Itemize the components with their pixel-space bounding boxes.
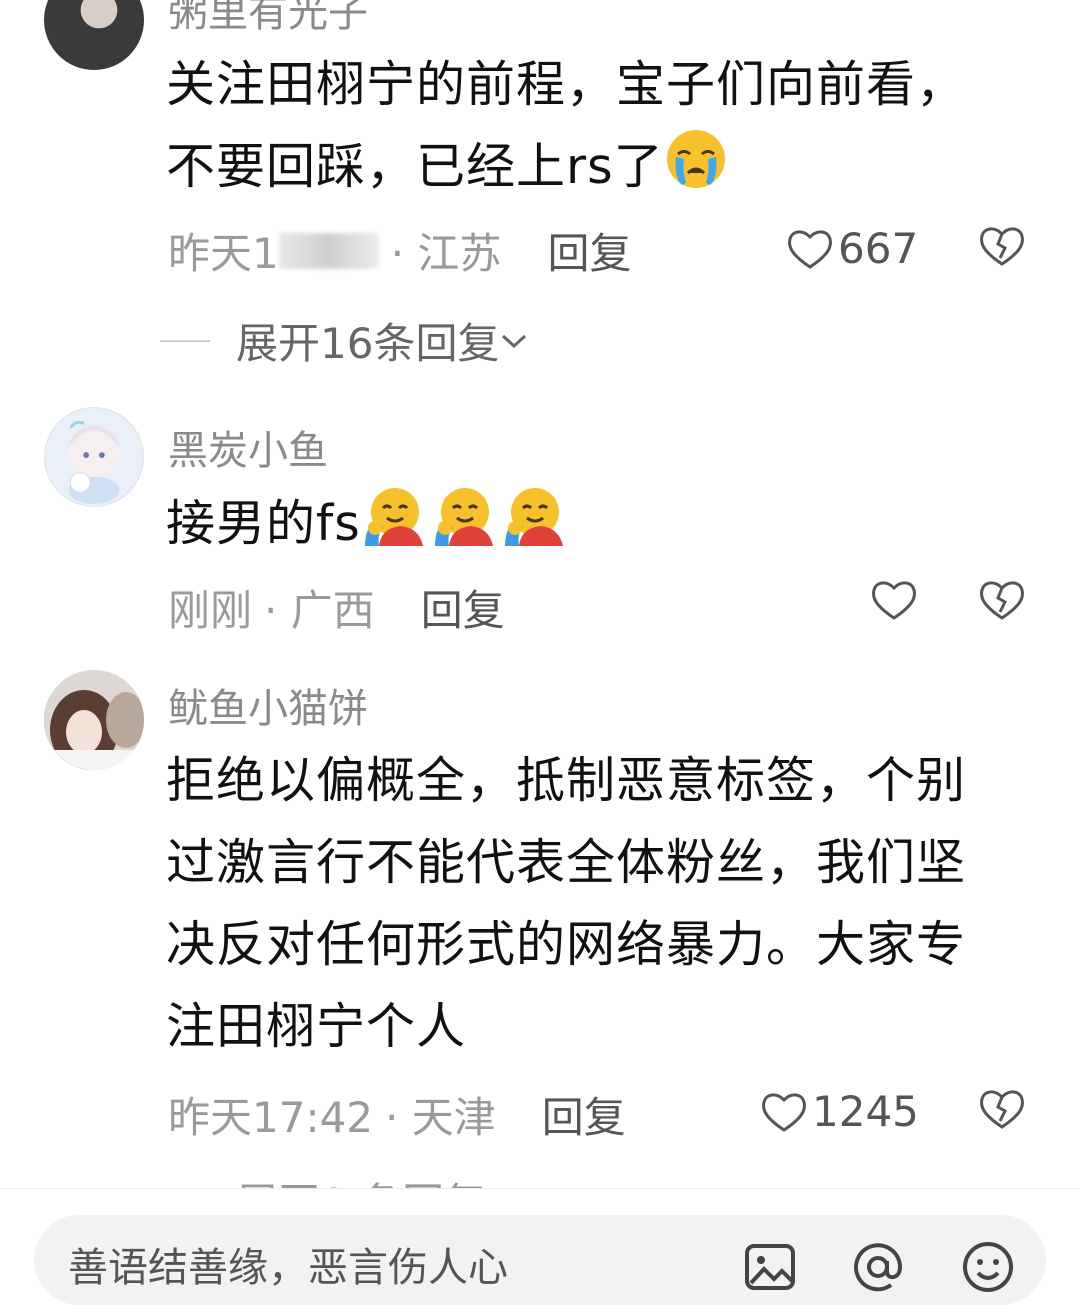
comment-line: 注田栩宁个人 (166, 998, 467, 1055)
comment-text: 拒绝以偏概全，抵制恶意标签，个别 过激言行不能代表全体粉丝，我们坚 决反对任何形… (166, 740, 1046, 1068)
crying-face-emoji (666, 130, 725, 188)
comment-text: 接男的fs (166, 483, 1046, 565)
comment-meta: 昨天1 · 江苏 回复 (168, 220, 631, 281)
username[interactable]: 黑炭小鱼 (168, 418, 328, 476)
reply-button[interactable]: 回复 (542, 1084, 626, 1145)
hugging-face-emoji (364, 488, 423, 546)
avatar[interactable] (44, 670, 144, 770)
comment-line-2: 不要回踩，已经上rs了 (166, 126, 1046, 208)
comment-line: 接男的fs (166, 495, 361, 552)
broken-heart-icon[interactable] (978, 578, 1026, 622)
username[interactable]: 鱿鱼小猫饼 (168, 676, 368, 734)
heart-icon (788, 230, 832, 269)
broken-heart-icon[interactable] (978, 1087, 1026, 1131)
like-count: 667 (838, 224, 919, 273)
comment-time: 昨天17:42 (168, 1093, 374, 1142)
comment-input-placeholder: 善语结善缘，恶言伤人心 (68, 1245, 508, 1291)
comment-location: · 天津 (385, 1093, 496, 1142)
comment-time: 刚刚 (168, 586, 253, 635)
expand-replies-button[interactable]: 展开16条回复 (160, 310, 529, 371)
like-count: 1245 (812, 1087, 919, 1136)
heart-icon (762, 1093, 806, 1132)
comment-location: · 广西 (264, 586, 375, 635)
hugging-face-emoji (434, 488, 493, 546)
blurred-time (278, 232, 379, 269)
anime-avatar-image (68, 420, 120, 505)
emoji-icon[interactable] (960, 1239, 1016, 1295)
comment-location: · 江苏 (390, 229, 502, 278)
comment-input[interactable]: 善语结善缘，恶言伤人心 (34, 1215, 1046, 1305)
comment-line: 拒绝以偏概全，抵制恶意标签，个别 (166, 752, 967, 809)
comment-meta: 刚刚 · 广西 回复 (168, 577, 505, 638)
heart-icon (872, 581, 916, 620)
comment-line: 关注田栩宁的前程，宝子们向前看， (166, 56, 967, 113)
image-icon[interactable] (742, 1239, 798, 1295)
comment-meta: 昨天17:42 · 天津 回复 (168, 1084, 626, 1145)
comment-line: 决反对任何形式的网络暴力。大家专 (166, 916, 967, 973)
like-button[interactable]: 667 (786, 224, 918, 273)
photo-avatar-image (44, 670, 144, 770)
comment-time: 昨天1 (168, 229, 279, 278)
username[interactable]: 粥里有光子 (168, 0, 368, 38)
reply-button[interactable]: 回复 (547, 220, 631, 281)
hugging-face-emoji (504, 488, 563, 546)
like-button[interactable]: 1245 (760, 1087, 919, 1136)
reply-button[interactable]: 回复 (421, 577, 505, 638)
mention-icon[interactable] (850, 1239, 906, 1295)
expand-replies-label: 展开16条回复 (236, 319, 500, 368)
chevron-down-icon (502, 334, 527, 348)
broken-heart-icon[interactable] (978, 224, 1026, 268)
avatar[interactable] (44, 407, 144, 507)
avatar[interactable] (44, 0, 144, 70)
comment-line: 不要回踩，已经上rs了 (166, 138, 664, 195)
divider (160, 339, 210, 342)
comment-text: 关注田栩宁的前程，宝子们向前看， 不要回踩，已经上rs了 (166, 44, 1046, 208)
comment-line: 过激言行不能代表全体粉丝，我们坚 (166, 834, 967, 891)
comment-input-bar: 善语结善缘，恶言伤人心 (0, 1188, 1080, 1305)
like-button[interactable] (870, 578, 922, 622)
